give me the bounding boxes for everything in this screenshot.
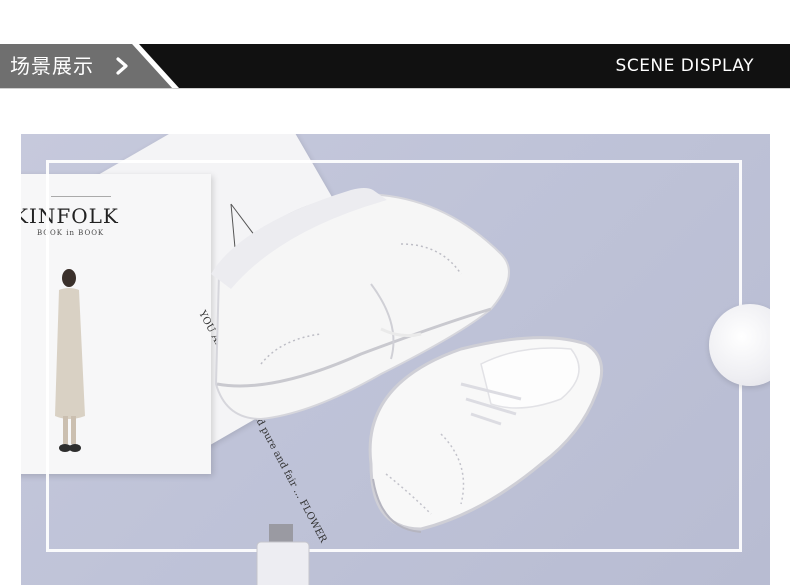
shoes-illustration: [211, 188, 604, 533]
section-header: 场景展示 SCENE DISPLAY: [0, 44, 790, 88]
perfume-bottle: [256, 524, 310, 585]
header-underline: [0, 88, 790, 89]
section-title-cn: 场景展示: [10, 54, 94, 78]
shoe-top-view: [368, 336, 604, 533]
chevron-right-icon: [116, 57, 128, 75]
scene-photo: KINFOLK BOOK in BOOK YOU ALL ... so swee…: [21, 134, 770, 585]
section-title-en: SCENE DISPLAY: [615, 56, 754, 76]
